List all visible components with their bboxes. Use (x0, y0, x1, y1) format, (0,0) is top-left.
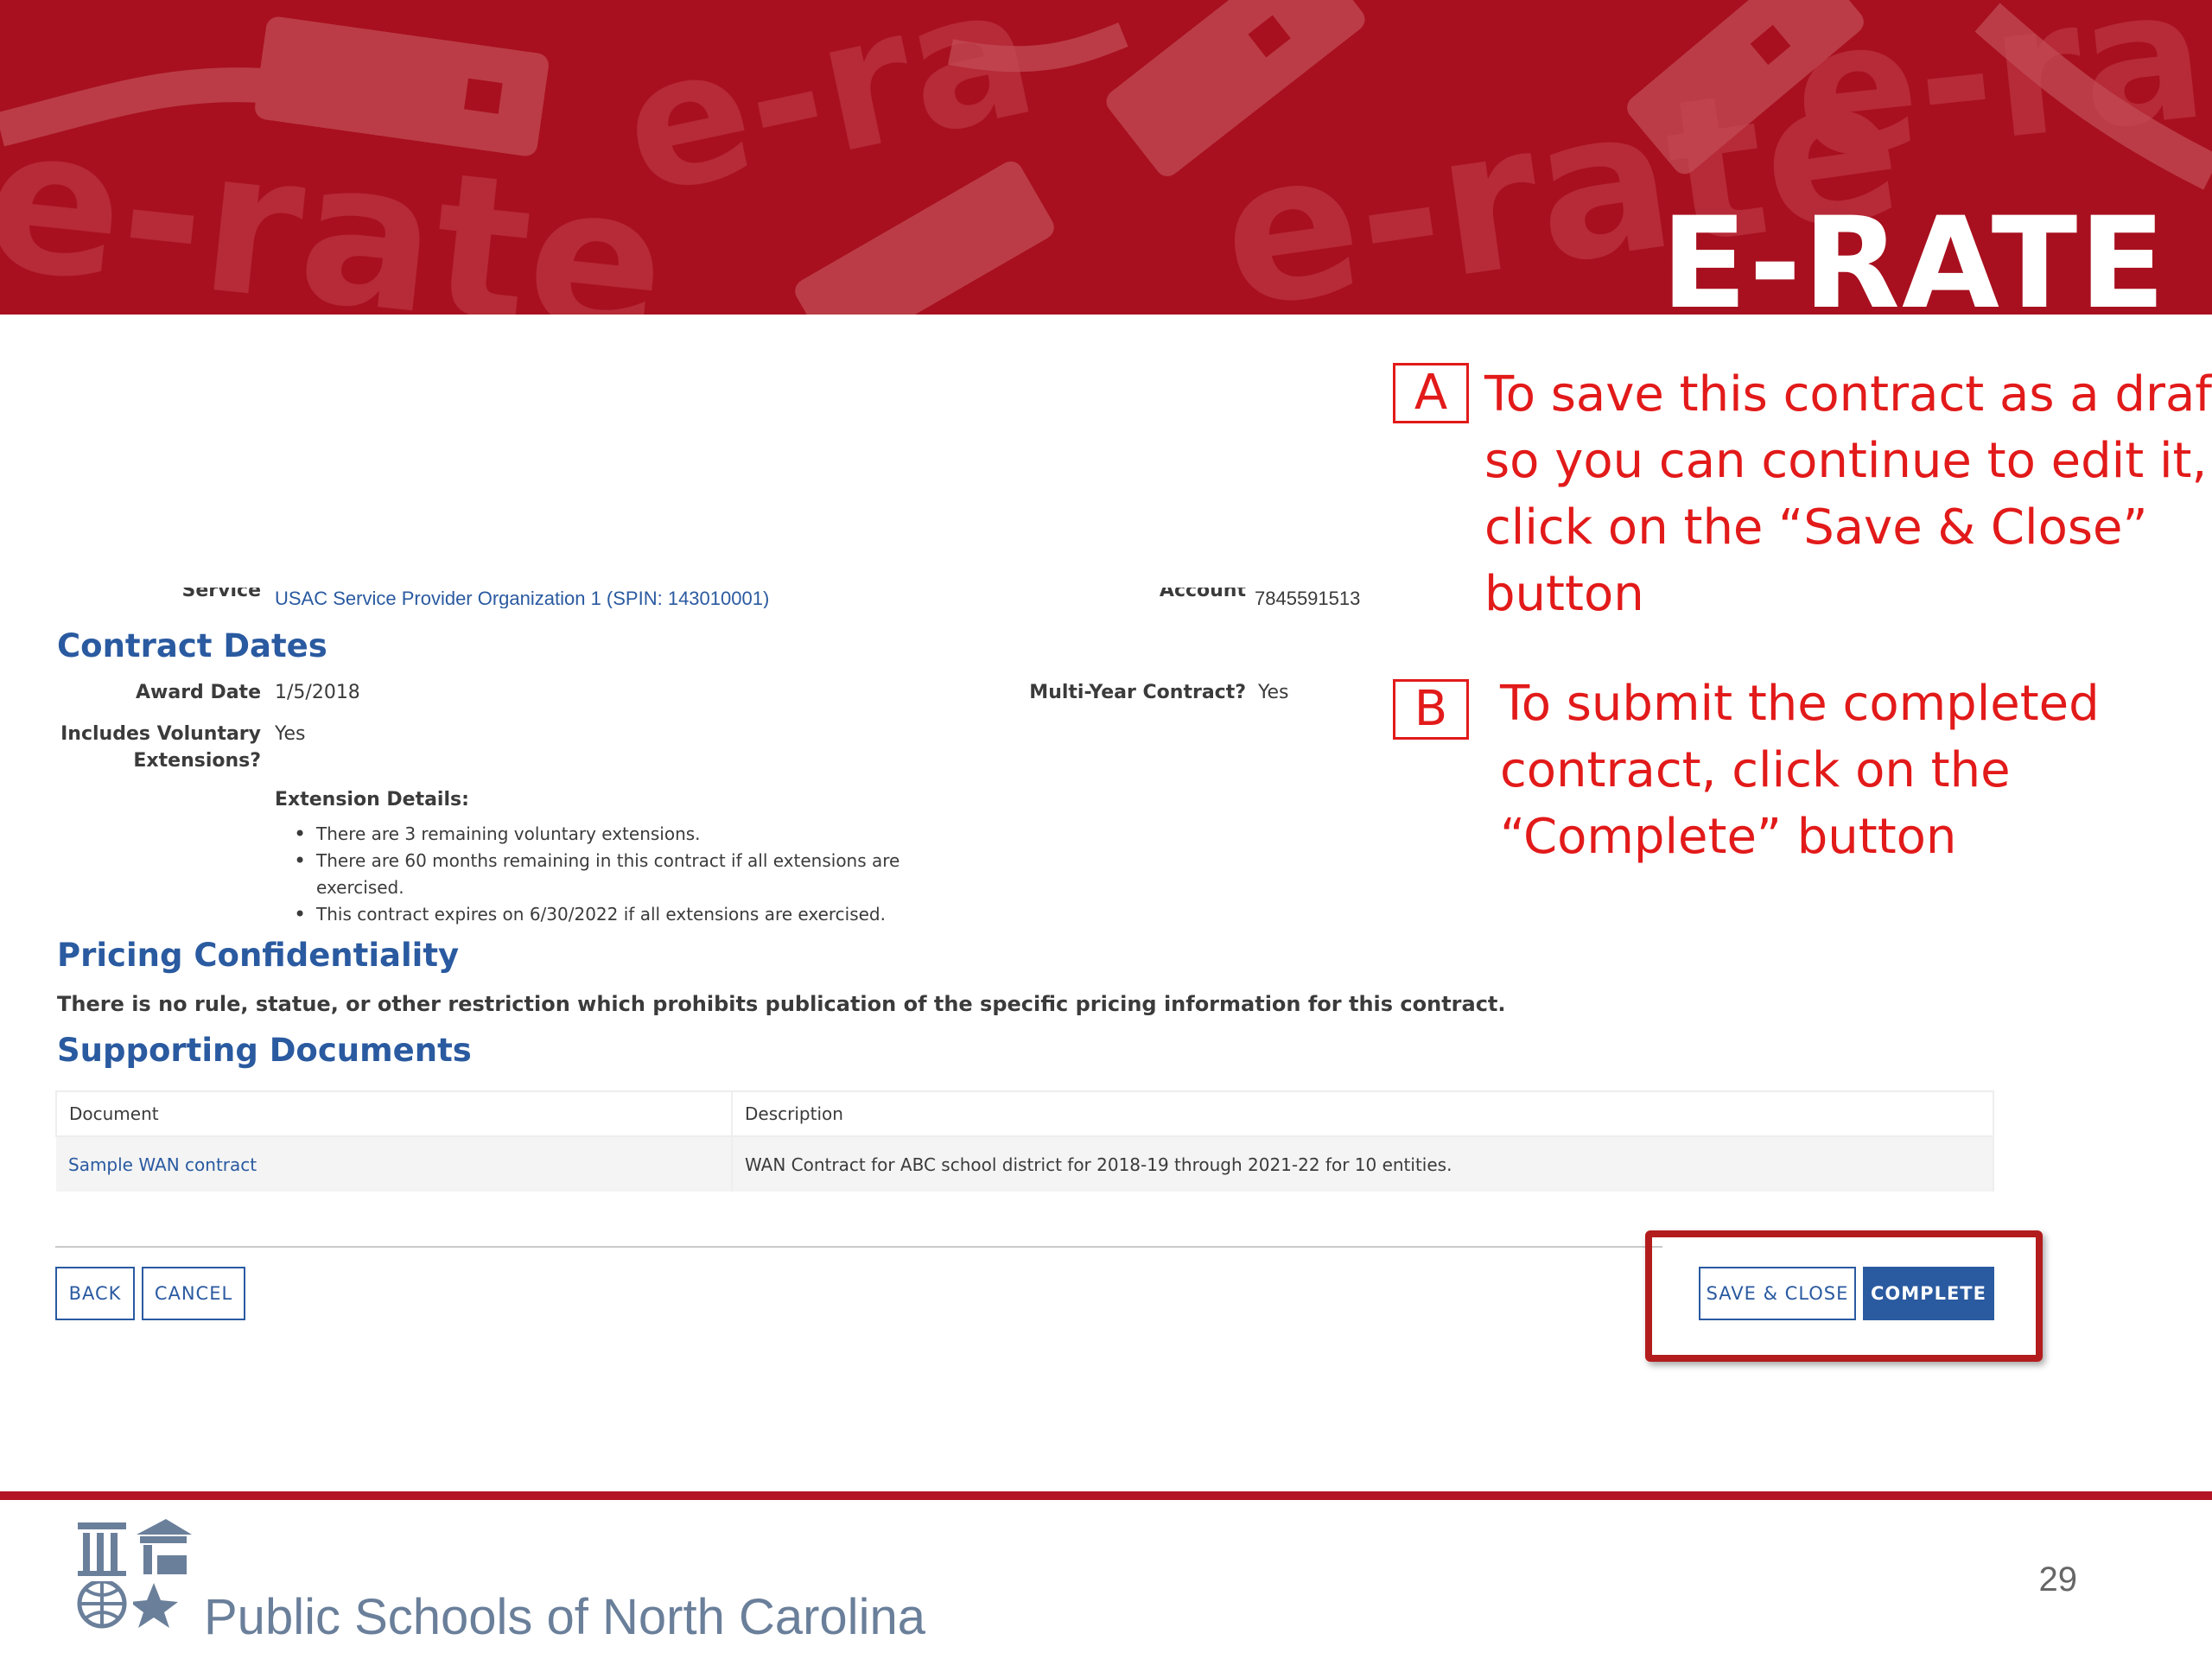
supporting-documents-heading: Supporting Documents (57, 1032, 472, 1069)
pricing-confidentiality-heading: Pricing Confidentiality (57, 937, 460, 974)
multi-year-label: Multi-Year Contract? (1029, 682, 1246, 703)
callout-a-line: click on the “Save & Close” (1484, 499, 2148, 556)
multi-year-value: Yes (1258, 682, 1289, 703)
dpi-logo-icon (74, 1517, 192, 1634)
callout-a-text: To save this contract as a draft so you … (1484, 361, 2212, 627)
footer-rule (0, 1491, 2212, 1500)
callout-b-text: To submit the completed contract, click … (1500, 671, 2100, 870)
extension-details-list: There are 3 remaining voluntary extensio… (294, 821, 950, 928)
back-button[interactable]: BACK (55, 1267, 135, 1320)
column-header-description: Description (731, 1090, 1994, 1137)
award-date-value: 1/5/2018 (275, 682, 360, 703)
callout-a-line: so you can continue to edit it, (1484, 433, 2208, 489)
pricing-confidentiality-text: There is no rule, statue, or other restr… (57, 992, 1506, 1016)
banner-title: E-RATE (1661, 190, 2167, 315)
callout-b-marker: B (1393, 679, 1469, 740)
page-number: 29 (2038, 1560, 2078, 1599)
list-item: This contract expires on 6/30/2022 if al… (294, 901, 950, 928)
buttons-highlight-box (1645, 1230, 2043, 1362)
document-link[interactable]: Sample WAN contract (56, 1136, 733, 1192)
voluntary-extensions-label: Includes Voluntary Extensions? (60, 723, 261, 772)
list-item: There are 60 months remaining in this co… (294, 848, 950, 901)
form-divider (55, 1246, 1662, 1248)
table-header-row: Document Description (55, 1090, 1994, 1137)
document-description: WAN Contract for ABC school district for… (732, 1136, 1994, 1192)
extension-details-label: Extension Details: (275, 789, 469, 810)
callout-b-line: “Complete” button (1500, 809, 1957, 865)
callout-a-line: button (1484, 566, 1644, 622)
voluntary-extensions-value: Yes (275, 723, 306, 745)
cancel-button[interactable]: CANCEL (142, 1267, 245, 1320)
org-name: Public Schools of North Carolina (204, 1589, 925, 1645)
cut-off-label: Service Provider (170, 588, 262, 608)
callout-a-marker: A (1393, 363, 1469, 423)
supporting-documents-table: Document Description Sample WAN contract… (55, 1090, 1994, 1192)
callout-b-line: contract, click on the (1500, 742, 2011, 798)
cut-off-value: 7845591513 (1255, 588, 1361, 608)
erate-banner: e-rate e-ra e-rate e-ra E-RATE (0, 0, 2212, 315)
contract-dates-heading: Contract Dates (57, 627, 327, 664)
callout-a-line: To save this contract as a draft (1484, 366, 2212, 423)
table-row: Sample WAN contract WAN Contract for ABC… (56, 1136, 1994, 1192)
cut-off-value: USAC Service Provider Organization 1 (SP… (275, 588, 770, 608)
award-date-label: Award Date (136, 682, 261, 703)
list-item: There are 3 remaining voluntary extensio… (294, 821, 950, 848)
callout-b-line: To submit the completed (1500, 676, 2100, 732)
column-header-document: Document (55, 1090, 733, 1137)
cut-off-label: Account Number (1159, 588, 1246, 608)
